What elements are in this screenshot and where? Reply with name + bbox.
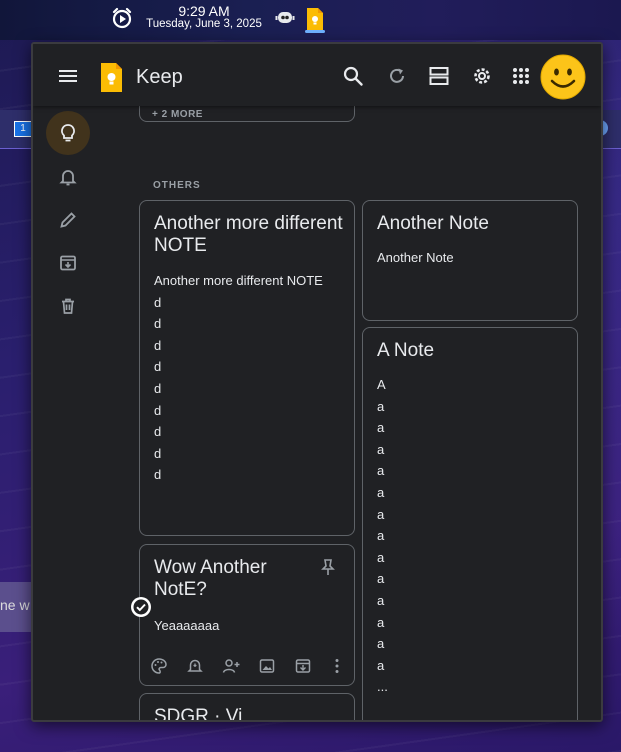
note-body: Another Note bbox=[377, 247, 454, 269]
note-line: d bbox=[154, 380, 162, 396]
pin-icon[interactable] bbox=[318, 557, 338, 577]
note-title: SDGR · Vi bbox=[154, 706, 243, 720]
others-section-label: OTHERS bbox=[153, 180, 201, 191]
note-title: Wow Another NotE? bbox=[154, 557, 267, 600]
note-line: Another more different NOTE bbox=[154, 273, 323, 288]
note-line: a bbox=[377, 398, 385, 414]
apps-grid-icon[interactable] bbox=[510, 65, 532, 87]
note-line: d bbox=[154, 445, 162, 461]
collaborator-icon[interactable] bbox=[222, 657, 240, 675]
note-line: d bbox=[154, 424, 162, 440]
note-line: a bbox=[377, 528, 385, 544]
avatar[interactable] bbox=[540, 54, 586, 100]
note-line: d bbox=[154, 316, 162, 332]
note-line: d bbox=[154, 359, 162, 375]
note-toolbar bbox=[148, 657, 348, 677]
note-body: Another more different NOTE d d d d d d … bbox=[154, 270, 323, 486]
note-title: Another more different NOTE bbox=[154, 213, 343, 256]
note-title: Another Note bbox=[377, 213, 489, 234]
note-card[interactable]: Another Note Another Note bbox=[362, 200, 578, 321]
background-note-text: ne w bbox=[0, 597, 30, 613]
more-vert-icon[interactable] bbox=[328, 657, 346, 675]
refresh-icon[interactable] bbox=[386, 65, 408, 87]
note-line: Yeaaaaaaa bbox=[154, 618, 220, 633]
taskbar: 9:29 AM Tuesday, June 3, 2025 bbox=[0, 0, 621, 40]
note-card[interactable]: SDGR · Vi bbox=[139, 693, 355, 720]
note-line: a bbox=[377, 614, 385, 630]
more-notes-card[interactable]: + 2 MORE bbox=[139, 106, 355, 122]
note-line: A bbox=[377, 377, 386, 392]
note-body: Yeaaaaaaa bbox=[154, 615, 219, 637]
notes-area: + 2 MORE OTHERS Another more different N… bbox=[33, 106, 601, 720]
clock-date[interactable]: Tuesday, June 3, 2025 bbox=[140, 18, 268, 30]
note-line: d bbox=[154, 402, 162, 418]
app-header: Keep bbox=[33, 44, 601, 106]
note-line: a bbox=[377, 420, 385, 436]
reminder-bell-icon[interactable] bbox=[186, 657, 204, 675]
keep-taskbar-icon[interactable] bbox=[305, 6, 325, 32]
note-line: a bbox=[377, 463, 385, 479]
more-notes-label[interactable]: + 2 MORE bbox=[152, 109, 203, 120]
keep-logo bbox=[101, 63, 122, 92]
note-line: a bbox=[377, 441, 385, 457]
note-line: Another Note bbox=[377, 250, 454, 265]
note-line: a bbox=[377, 657, 385, 673]
note-line: d bbox=[154, 294, 162, 310]
alarm-clock-icon[interactable] bbox=[111, 7, 133, 29]
calendar-icon: 1 bbox=[14, 121, 32, 137]
palette-icon[interactable] bbox=[150, 657, 168, 675]
image-icon[interactable] bbox=[258, 657, 276, 675]
note-line: a bbox=[377, 506, 385, 522]
clock-time[interactable]: 9:29 AM bbox=[140, 4, 268, 19]
robot-icon[interactable] bbox=[275, 9, 295, 25]
keep-window: Keep + 2 MORE OTHERS Another more differ… bbox=[31, 42, 603, 722]
note-line: d bbox=[154, 467, 162, 483]
active-app-indicator bbox=[305, 30, 325, 33]
note-card[interactable]: Another more different NOTE Another more… bbox=[139, 200, 355, 536]
list-view-icon[interactable] bbox=[428, 65, 450, 87]
note-line: a bbox=[377, 592, 385, 608]
note-line: a bbox=[377, 484, 385, 500]
note-card[interactable]: Wow Another NotE? Yeaaaaaaa bbox=[139, 544, 355, 686]
menu-icon[interactable] bbox=[59, 70, 77, 82]
settings-icon[interactable] bbox=[471, 65, 493, 87]
note-line: a bbox=[377, 549, 385, 565]
select-check-icon[interactable] bbox=[131, 597, 151, 617]
archive-note-icon[interactable] bbox=[294, 657, 312, 675]
app-title[interactable]: Keep bbox=[136, 66, 183, 89]
note-body: A a a a a a a a a a a a a a ... bbox=[377, 374, 388, 698]
search-icon[interactable] bbox=[342, 65, 364, 87]
note-title: A Note bbox=[377, 340, 435, 361]
note-line: a bbox=[377, 636, 385, 652]
note-line: a bbox=[377, 571, 385, 587]
note-line: d bbox=[154, 337, 162, 353]
note-card[interactable]: A Note A a a a a a a a a a a a a a ... bbox=[362, 327, 578, 720]
note-line: ... bbox=[377, 679, 388, 695]
